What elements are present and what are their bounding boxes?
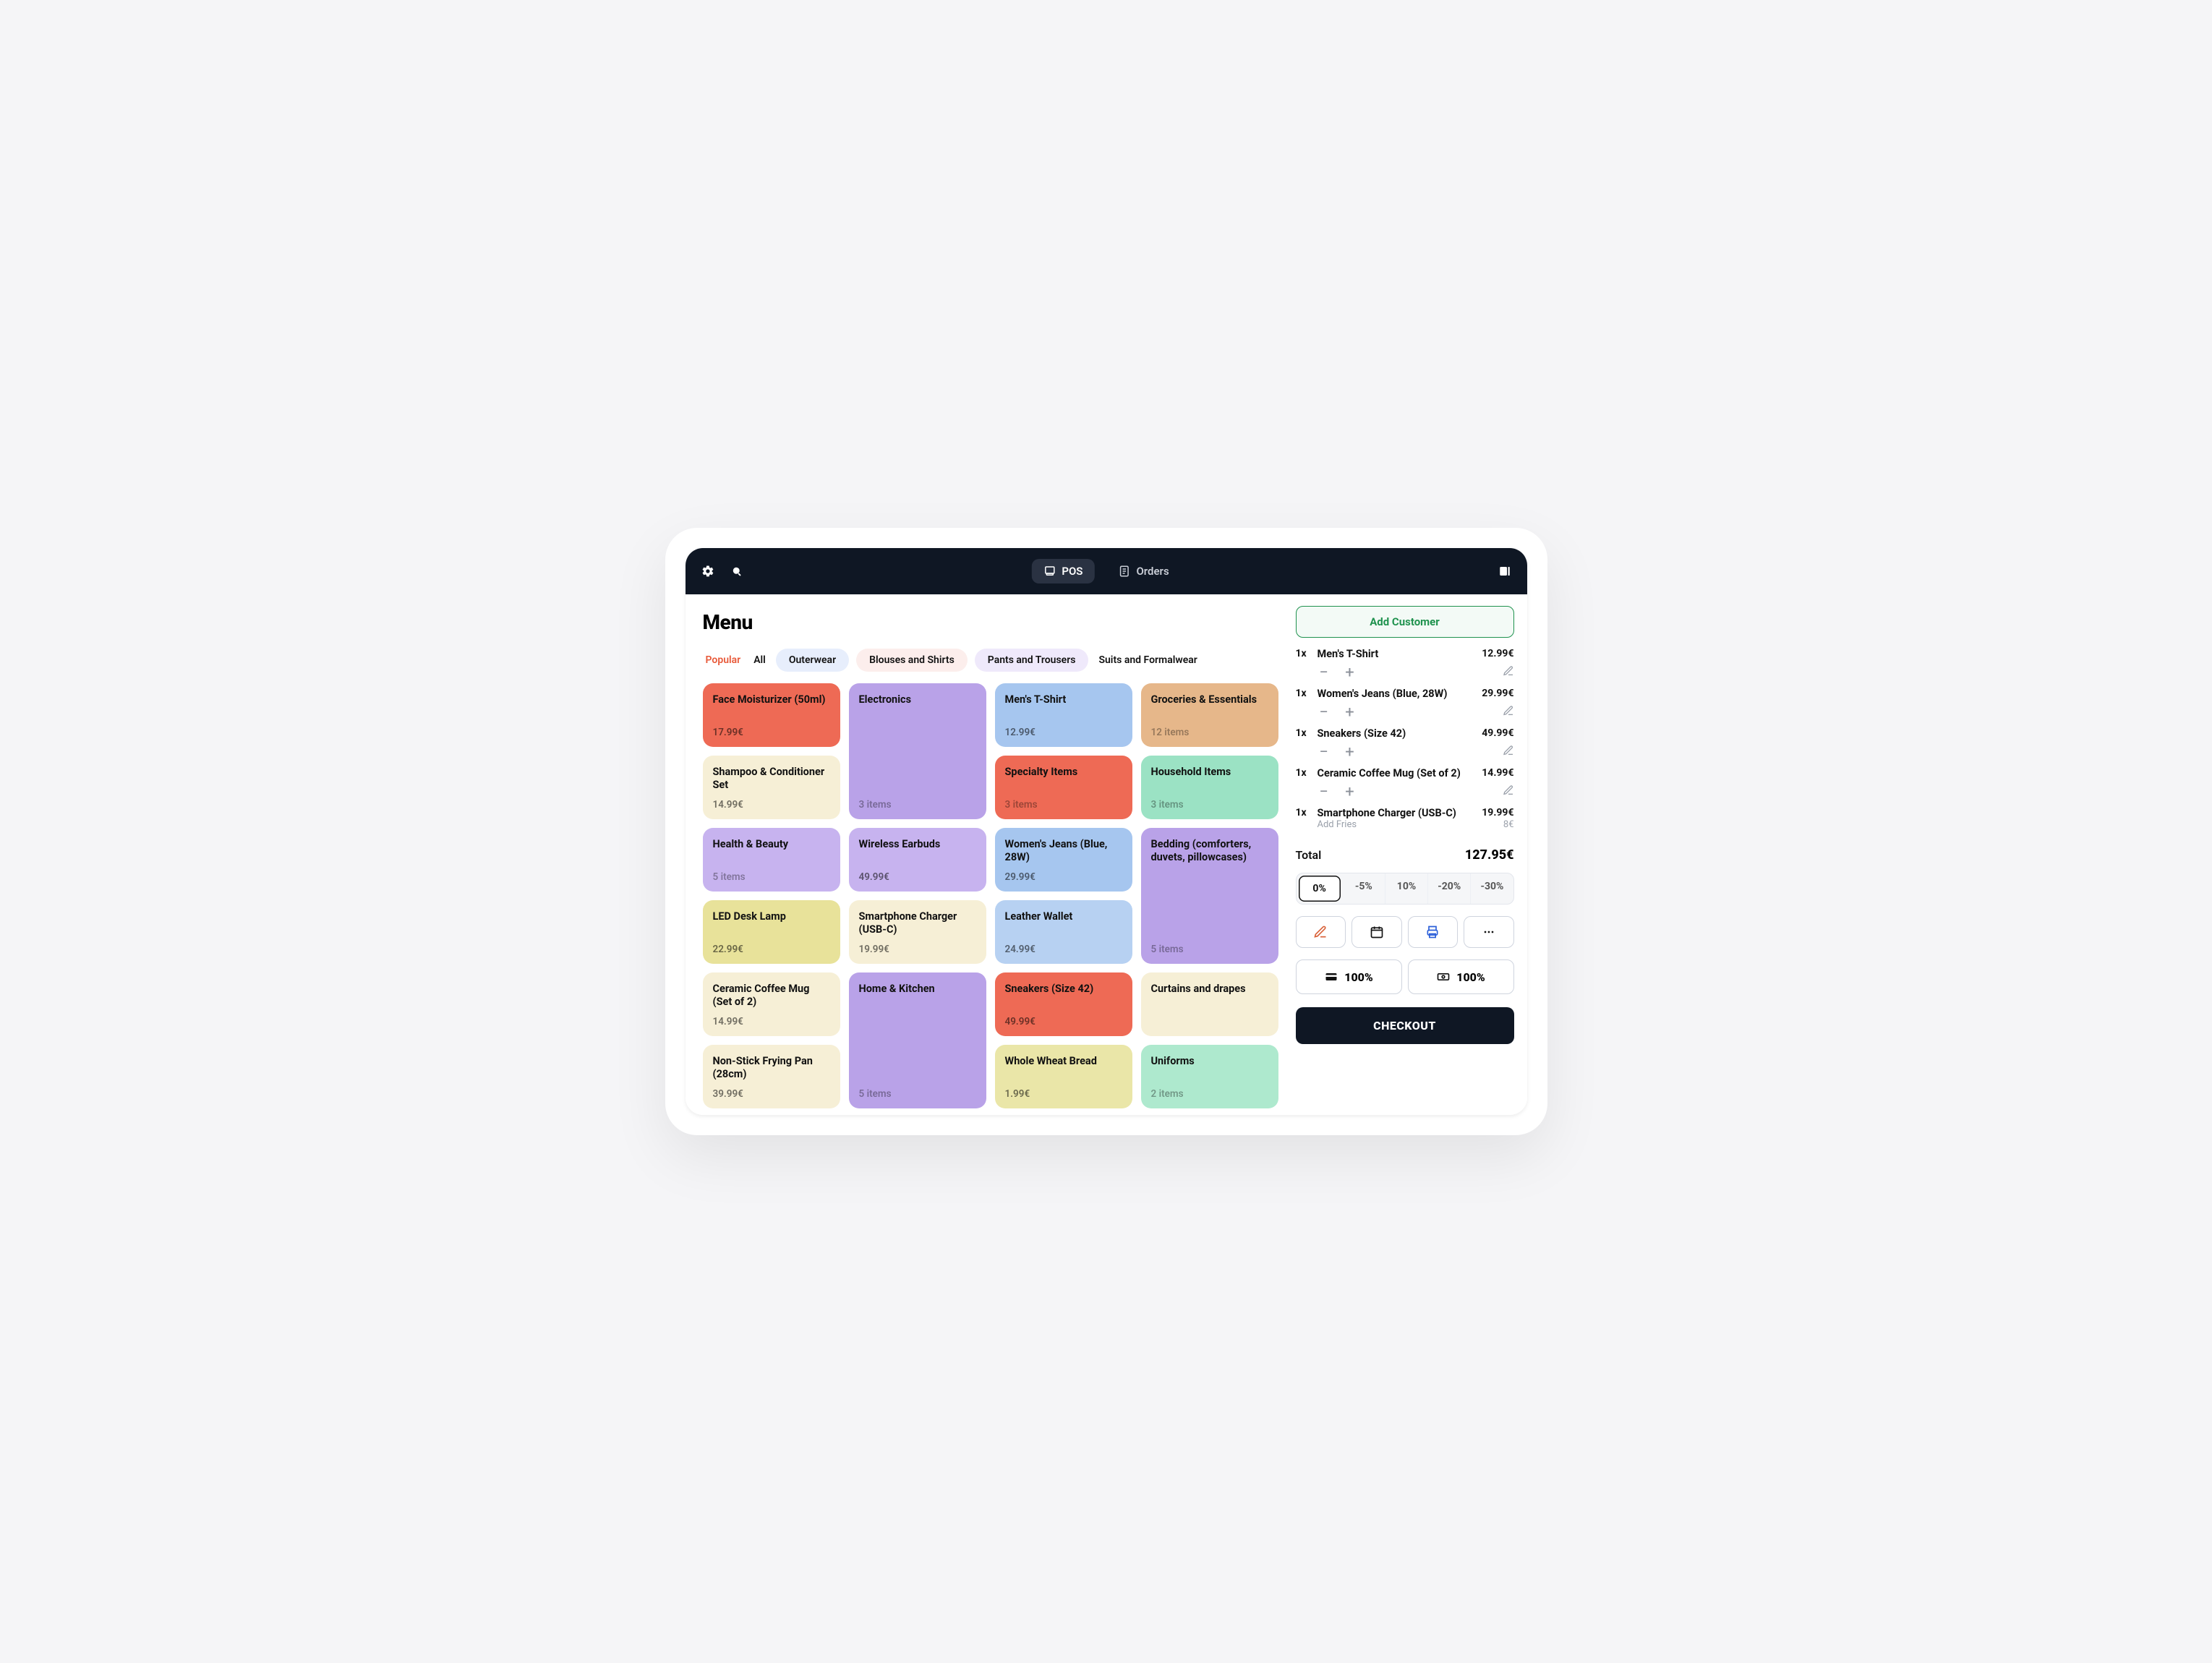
cart-total: Total 127.95€	[1296, 842, 1514, 863]
product-card[interactable]: Face Moisturizer (50ml) 17.99€	[703, 683, 840, 747]
pay-card-button[interactable]: 100%	[1296, 959, 1402, 994]
cart-item-qty: 1x	[1296, 648, 1312, 659]
edit-line-icon[interactable]	[1503, 705, 1514, 719]
decrement-button[interactable]: −	[1315, 703, 1333, 722]
print-button[interactable]	[1408, 916, 1459, 948]
category-card[interactable]: Health & Beauty 5 items	[703, 828, 840, 892]
cart-item-qty: 1x	[1296, 807, 1312, 818]
cart-item: 1x Men's T-Shirt 12.99€ −+	[1296, 648, 1514, 682]
category-card[interactable]: Bedding (comforters, duvets, pillowcases…	[1141, 828, 1278, 964]
cart-panel: Add Customer 1xMen's T-Shirt12.99€−+1xWo…	[1296, 594, 1527, 1115]
category-card[interactable]: Groceries & Essentials 12 items	[1141, 683, 1278, 747]
category-card[interactable]: Uniforms 2 items	[1141, 1045, 1278, 1108]
product-card[interactable]: Non-Stick Frying Pan (28cm) 39.99€	[703, 1045, 840, 1108]
product-card[interactable]: Leather Wallet 24.99€	[995, 900, 1132, 964]
discount-10[interactable]: 10%	[1385, 873, 1428, 904]
product-card[interactable]: Whole Wheat Bread 1.99€	[995, 1045, 1132, 1108]
edit-line-icon[interactable]	[1503, 665, 1514, 680]
cart-item-price: 12.99€	[1482, 648, 1513, 659]
cart-item-name: Ceramic Coffee Mug (Set of 2)	[1318, 767, 1477, 779]
category-card[interactable]: Household Items 3 items	[1141, 756, 1278, 819]
chip-all[interactable]: All	[751, 649, 769, 672]
edit-line-icon[interactable]	[1503, 785, 1514, 799]
category-card[interactable]: Curtains and drapes	[1141, 972, 1278, 1036]
category-card[interactable]: Home & Kitchen 5 items	[849, 972, 986, 1108]
chip-pants[interactable]: Pants and Trousers	[975, 649, 1089, 672]
cart-item-qty: 1x	[1296, 767, 1312, 779]
product-card[interactable]: Shampoo & Conditioner Set 14.99€	[703, 756, 840, 819]
cart-item-name: Sneakers (Size 42)	[1318, 727, 1477, 740]
cart-item-addon: Add Fries	[1318, 819, 1357, 830]
tab-orders[interactable]: Orders	[1106, 559, 1180, 583]
decrement-button[interactable]: −	[1315, 663, 1333, 682]
edit-order-button[interactable]	[1296, 916, 1346, 948]
settings-icon[interactable]	[701, 565, 714, 578]
more-button[interactable]	[1464, 916, 1514, 948]
category-chips: Popular All Outerwear Blouses and Shirts…	[703, 649, 1278, 672]
search-icon[interactable]	[730, 565, 743, 578]
product-card[interactable]: LED Desk Lamp 22.99€	[703, 900, 840, 964]
checkout-button[interactable]: CHECKOUT	[1296, 1007, 1514, 1044]
menu-title: Menu	[703, 610, 1278, 634]
increment-button[interactable]: +	[1341, 663, 1359, 682]
cart-item: 1x Sneakers (Size 42) 49.99€ −+	[1296, 727, 1514, 761]
menu-panel: Menu Popular All Outerwear Blouses and S…	[686, 594, 1296, 1115]
product-card[interactable]: Smartphone Charger (USB-C) 19.99€	[849, 900, 986, 964]
category-card[interactable]: Electronics 3 items	[849, 683, 986, 819]
pay-cash-button[interactable]: 100%	[1408, 959, 1514, 994]
cart-item-price: 19.99€	[1482, 807, 1513, 818]
panel-toggle-icon[interactable]	[1498, 565, 1511, 578]
discount-20[interactable]: -20%	[1428, 873, 1471, 904]
cart-item: 1x Smartphone Charger (USB-C) 19.99€ Add Fr…	[1296, 807, 1514, 830]
tab-pos-label: POS	[1062, 565, 1082, 578]
cart-item: 1x Ceramic Coffee Mug (Set of 2) 14.99€ −+	[1296, 767, 1514, 801]
cart-list: 1xMen's T-Shirt12.99€−+1xWomen's Jeans (…	[1296, 648, 1514, 830]
product-card[interactable]: Ceramic Coffee Mug (Set of 2) 14.99€	[703, 972, 840, 1036]
product-grid: Face Moisturizer (50ml) 17.99€ Shampoo &…	[703, 683, 1278, 1108]
cart-item-price: 14.99€	[1482, 767, 1513, 779]
chip-outerwear[interactable]: Outerwear	[776, 649, 849, 672]
cart-item-qty: 1x	[1296, 688, 1312, 699]
chip-popular[interactable]: Popular	[703, 649, 744, 672]
tab-orders-label: Orders	[1136, 565, 1169, 578]
discount-5[interactable]: -5%	[1343, 873, 1385, 904]
cart-item-price: 49.99€	[1482, 727, 1513, 739]
cart-item-name: Women's Jeans (Blue, 28W)	[1318, 688, 1477, 700]
cart-item-qty: 1x	[1296, 727, 1312, 739]
top-bar: POS Orders	[686, 548, 1527, 594]
add-customer-button[interactable]: Add Customer	[1296, 606, 1514, 638]
cart-item-name: Smartphone Charger (USB-C)	[1318, 807, 1477, 819]
decrement-button[interactable]: −	[1315, 743, 1333, 761]
discount-selector: 0% -5% 10% -20% -30%	[1296, 873, 1514, 905]
cart-item-name: Men's T-Shirt	[1318, 648, 1477, 660]
product-card[interactable]: Women's Jeans (Blue, 28W) 29.99€	[995, 828, 1132, 892]
cart-item-price: 29.99€	[1482, 688, 1513, 699]
increment-button[interactable]: +	[1341, 743, 1359, 761]
cart-item: 1x Women's Jeans (Blue, 28W) 29.99€ −+	[1296, 688, 1514, 722]
product-card[interactable]: Men's T-Shirt 12.99€	[995, 683, 1132, 747]
chip-blouses[interactable]: Blouses and Shirts	[856, 649, 968, 672]
discount-30[interactable]: -30%	[1471, 873, 1513, 904]
schedule-button[interactable]	[1351, 916, 1402, 948]
cart-item-addon-price: 8€	[1503, 819, 1514, 830]
discount-0[interactable]: 0%	[1299, 876, 1341, 902]
category-card[interactable]: Specialty Items 3 items	[995, 756, 1132, 819]
edit-line-icon[interactable]	[1503, 745, 1514, 759]
increment-button[interactable]: +	[1341, 782, 1359, 801]
decrement-button[interactable]: −	[1315, 782, 1333, 801]
tab-pos[interactable]: POS	[1031, 559, 1094, 583]
increment-button[interactable]: +	[1341, 703, 1359, 722]
chip-suits[interactable]: Suits and Formalwear	[1096, 649, 1200, 672]
product-card[interactable]: Wireless Earbuds 49.99€	[849, 828, 986, 892]
product-card[interactable]: Sneakers (Size 42) 49.99€	[995, 972, 1132, 1036]
